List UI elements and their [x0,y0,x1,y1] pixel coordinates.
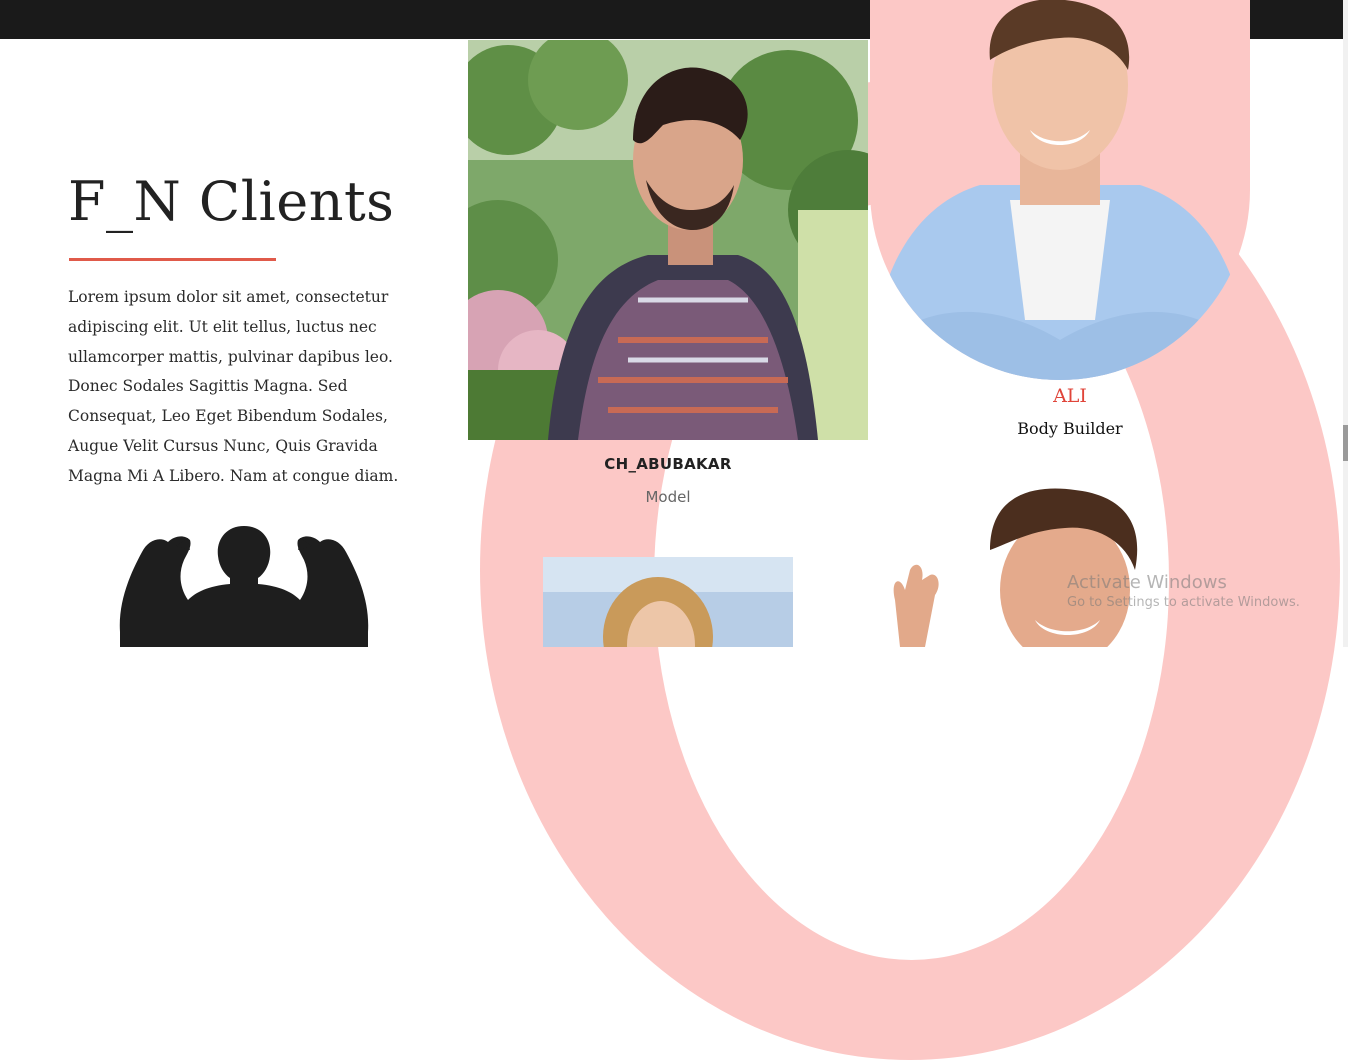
client-role-abubakar: Model [645,488,691,506]
client-photo-woman [543,557,793,647]
bodybuilder-silhouette-icon [119,526,369,647]
windows-activation-watermark: Activate Windows Go to Settings to activ… [1067,572,1300,610]
client-photo-man [880,480,1160,647]
section-title: F_N Clients [68,170,395,233]
section-description: Lorem ipsum dolor sit amet, consectetur … [68,288,399,485]
client-name-abubakar: CH_ABUBAKAR [604,455,732,473]
client-photo-abubakar [468,40,868,440]
client-photo-ali [870,0,1250,380]
watermark-subtitle: Go to Settings to activate Windows. [1067,595,1300,610]
client-name-ali: ALI [1053,385,1087,407]
title-underline [69,258,276,261]
watermark-title: Activate Windows [1067,572,1227,593]
client-role-ali: Body Builder [1017,419,1123,438]
page-scrollbar[interactable] [1343,0,1348,647]
scrollbar-thumb[interactable] [1343,425,1348,461]
